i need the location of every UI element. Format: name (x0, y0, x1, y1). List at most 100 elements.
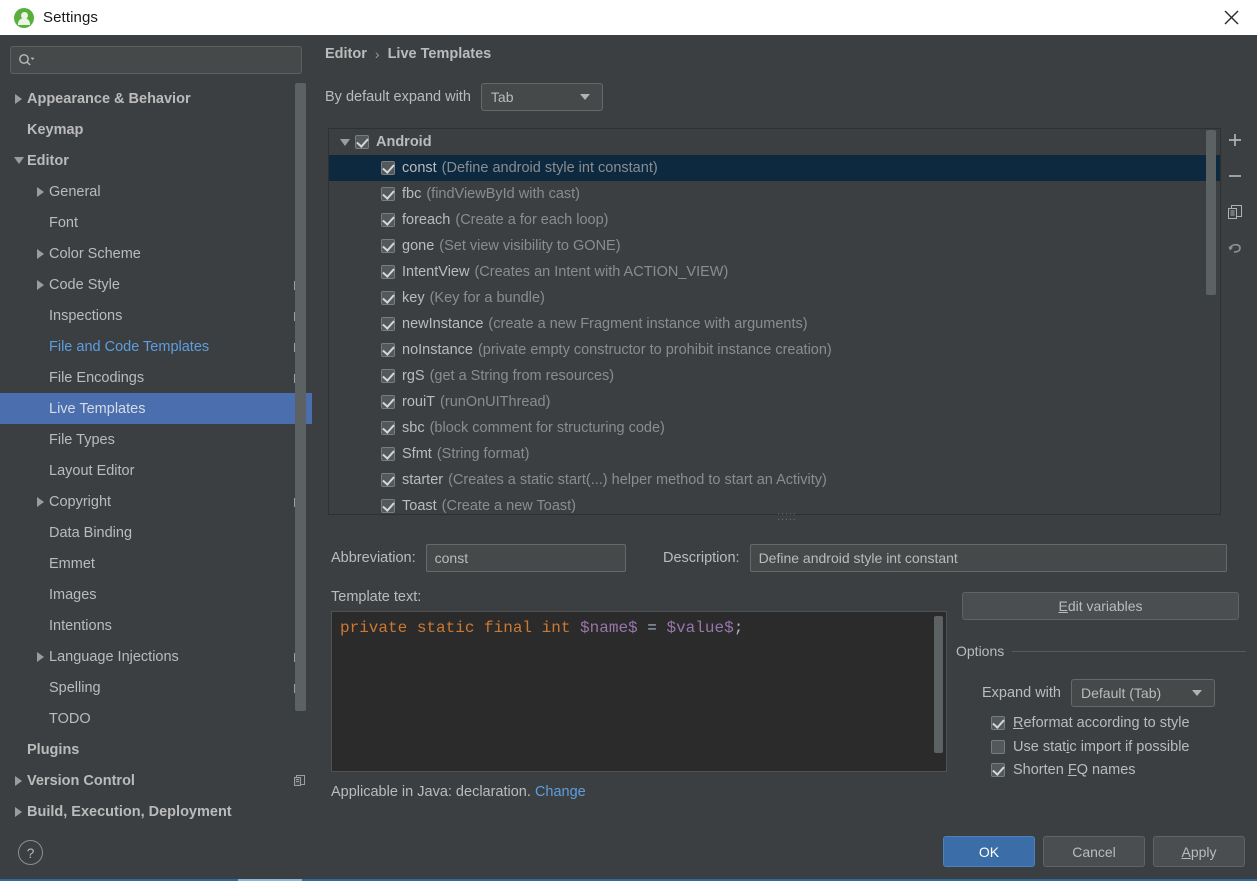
default-expand-dropdown[interactable]: Tab (480, 83, 603, 111)
template-row[interactable]: rgS (get a String from resources) (329, 363, 1220, 389)
template-checkbox[interactable] (381, 395, 395, 409)
chevron-right-icon[interactable] (32, 279, 49, 290)
sidebar-item-editor[interactable]: Editor (0, 145, 312, 176)
duplicate-template-button[interactable] (1221, 200, 1249, 228)
sidebar-item-code-style[interactable]: Code Style (0, 269, 312, 300)
checkbox-box[interactable] (991, 716, 1005, 730)
sidebar-item-label: Copyright (49, 493, 112, 510)
sidebar-item-label: File Types (49, 431, 115, 448)
sidebar-scrollbar-thumb[interactable] (295, 83, 306, 711)
help-button[interactable]: ? (18, 840, 43, 865)
chevron-right-icon[interactable] (32, 496, 49, 507)
abbreviation-input[interactable]: const (425, 544, 626, 572)
default-expand-value: Tab (490, 89, 514, 105)
chevron-right-icon[interactable] (32, 248, 49, 259)
template-checkbox[interactable] (381, 213, 395, 227)
sidebar-item-intentions[interactable]: Intentions (0, 610, 312, 641)
breadcrumb-current: Live Templates (387, 46, 492, 62)
template-checkbox[interactable] (381, 473, 395, 487)
copy-settings-icon[interactable] (286, 774, 312, 787)
template-row[interactable]: IntentView (Creates an Intent with ACTION… (329, 259, 1220, 285)
sidebar-item-color-scheme[interactable]: Color Scheme (0, 238, 312, 269)
chevron-right-icon[interactable] (10, 806, 27, 817)
sidebar-item-general[interactable]: General (0, 176, 312, 207)
add-template-button[interactable] (1221, 128, 1249, 156)
template-row[interactable]: Toast (Create a new Toast) (329, 493, 1220, 514)
chevron-right-icon[interactable] (32, 186, 49, 197)
revert-template-button[interactable] (1221, 236, 1249, 264)
description-input[interactable]: Define android style int constant (749, 544, 1227, 572)
template-row[interactable]: gone (Set view visibility to GONE) (329, 233, 1220, 259)
breadcrumb-parent[interactable]: Editor (325, 46, 367, 62)
chevron-right-icon[interactable] (32, 651, 49, 662)
copy-icon (1227, 204, 1243, 225)
sidebar-item-file-types[interactable]: File Types (0, 424, 312, 455)
templates-scrollbar-thumb[interactable] (1206, 130, 1216, 295)
expand-with-dropdown[interactable]: Default (Tab) (1071, 679, 1215, 707)
sidebar-item-file-and-code-templates[interactable]: File and Code Templates (0, 331, 312, 362)
sidebar-item-live-templates[interactable]: Live Templates (0, 393, 312, 424)
sidebar-item-todo[interactable]: TODO (0, 703, 312, 734)
sidebar-item-emmet[interactable]: Emmet (0, 548, 312, 579)
chevron-down-icon[interactable] (10, 157, 27, 164)
chevron-right-icon[interactable] (10, 775, 27, 786)
sidebar-item-copyright[interactable]: Copyright (0, 486, 312, 517)
cancel-button[interactable]: Cancel (1043, 836, 1145, 867)
template-row[interactable]: const (Define android style int constant) (329, 155, 1220, 181)
template-row[interactable]: foreach (Create a for each loop) (329, 207, 1220, 233)
sidebar-item-inspections[interactable]: Inspections (0, 300, 312, 331)
edit-variables-button[interactable]: Edit variables (962, 592, 1239, 620)
search-box[interactable] (10, 46, 302, 74)
template-text-editor[interactable]: private static final int $name$ = $value… (331, 611, 947, 772)
ok-button[interactable]: OK (943, 836, 1035, 867)
template-checkbox[interactable] (381, 421, 395, 435)
checkbox-box[interactable] (991, 740, 1005, 754)
template-row[interactable]: sbc (block comment for structuring code) (329, 415, 1220, 441)
option-checkbox-shorten-fq-names[interactable]: Shorten FQ names (991, 762, 1136, 778)
chevron-down-icon[interactable] (335, 138, 355, 146)
template-row[interactable]: Sfmt (String format) (329, 441, 1220, 467)
sidebar-item-label: Language Injections (49, 648, 179, 665)
template-row[interactable]: newInstance (create a new Fragment instan… (329, 311, 1220, 337)
sidebar-item-file-encodings[interactable]: File Encodings (0, 362, 312, 393)
template-checkbox[interactable] (381, 317, 395, 331)
panel-splitter-handle[interactable]: ⁚⁚⁚⁚⁚ (770, 512, 804, 522)
template-row[interactable]: key (Key for a bundle) (329, 285, 1220, 311)
sidebar-item-build-execution-deployment[interactable]: Build, Execution, Deployment (0, 796, 312, 827)
template-row[interactable]: fbc (findViewById with cast) (329, 181, 1220, 207)
sidebar-item-appearance-behavior[interactable]: Appearance & Behavior (0, 83, 312, 114)
group-checkbox[interactable] (355, 135, 369, 149)
template-group-row[interactable]: Android (329, 129, 1220, 155)
sidebar-item-version-control[interactable]: Version Control (0, 765, 312, 796)
remove-template-button[interactable] (1221, 164, 1249, 192)
template-checkbox[interactable] (381, 291, 395, 305)
close-icon[interactable] (1209, 0, 1253, 35)
template-checkbox[interactable] (381, 161, 395, 175)
sidebar-item-language-injections[interactable]: Language Injections (0, 641, 312, 672)
template-checkbox[interactable] (381, 343, 395, 357)
sidebar-item-font[interactable]: Font (0, 207, 312, 238)
search-input[interactable] (36, 52, 294, 68)
sidebar-item-plugins[interactable]: Plugins (0, 734, 312, 765)
change-context-link[interactable]: Change (535, 784, 586, 800)
sidebar-item-layout-editor[interactable]: Layout Editor (0, 455, 312, 486)
sidebar-item-keymap[interactable]: Keymap (0, 114, 312, 145)
sidebar-item-images[interactable]: Images (0, 579, 312, 610)
template-row[interactable]: noInstance (private empty constructor to … (329, 337, 1220, 363)
template-row[interactable]: rouiT (runOnUIThread) (329, 389, 1220, 415)
option-checkbox-use-static-import-if-possible[interactable]: Use static import if possible (991, 739, 1190, 755)
apply-button[interactable]: Apply (1153, 836, 1245, 867)
option-checkbox-reformat-according-to-style[interactable]: Reformat according to style (991, 715, 1190, 731)
chevron-right-icon[interactable] (10, 93, 27, 104)
editor-scrollbar-thumb[interactable] (934, 616, 943, 753)
sidebar-item-spelling[interactable]: Spelling (0, 672, 312, 703)
template-row[interactable]: starter (Creates a static start(...) help… (329, 467, 1220, 493)
template-checkbox[interactable] (381, 447, 395, 461)
template-checkbox[interactable] (381, 265, 395, 279)
template-checkbox[interactable] (381, 239, 395, 253)
sidebar-item-data-binding[interactable]: Data Binding (0, 517, 312, 548)
checkbox-box[interactable] (991, 763, 1005, 777)
template-checkbox[interactable] (381, 369, 395, 383)
template-checkbox[interactable] (381, 499, 395, 513)
template-checkbox[interactable] (381, 187, 395, 201)
